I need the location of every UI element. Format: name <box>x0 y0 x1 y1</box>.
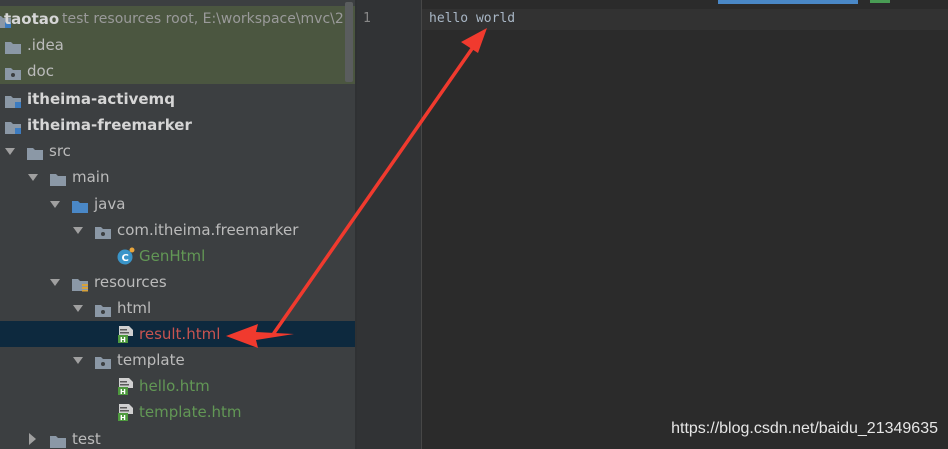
tree-item-java[interactable]: java <box>0 191 355 217</box>
tree-item-package[interactable]: com.itheima.freemarker <box>0 217 355 243</box>
tree-item-label: result.html <box>139 325 221 343</box>
svg-text:H: H <box>120 336 126 343</box>
java-class-icon: C <box>117 247 135 265</box>
resources-folder-icon <box>71 274 89 292</box>
code-editor[interactable]: hello world <box>422 0 948 449</box>
tree-item-label: GenHtml <box>139 247 206 265</box>
tree-item-itheima-freemarker[interactable]: itheima-freemarker <box>0 112 355 138</box>
chevron-down-icon[interactable] <box>48 191 62 217</box>
tree-item-label: main <box>72 168 110 186</box>
root-name: taotao <box>4 10 60 28</box>
package-icon <box>94 222 112 239</box>
tree-item-template-htm[interactable]: H template.htm <box>0 399 355 425</box>
folder-icon <box>26 143 44 160</box>
chevron-down-icon[interactable] <box>26 164 40 190</box>
svg-text:H: H <box>120 388 126 395</box>
tree-item-label: html <box>117 299 152 317</box>
folder-icon <box>4 63 22 80</box>
tree-scrollbar[interactable] <box>345 2 353 82</box>
tree-item-doc[interactable]: doc <box>0 58 355 84</box>
tree-item-idea[interactable]: .idea <box>0 32 355 58</box>
root-description: test resources root, E:\workspace\mvc\2 <box>62 11 344 27</box>
chevron-down-icon[interactable] <box>71 347 85 373</box>
tree-item-label: .idea <box>27 36 64 54</box>
tree-item-hello-htm[interactable]: H hello.htm <box>0 373 355 399</box>
tree-item-genhtml[interactable]: C GenHtml <box>0 243 355 269</box>
tree-item-label: java <box>94 195 126 213</box>
tree-item-label: itheima-activemq <box>27 90 175 108</box>
chevron-down-icon[interactable] <box>71 217 85 243</box>
tree-item-label: itheima-freemarker <box>27 116 192 134</box>
tree-item-src[interactable]: src <box>0 138 355 164</box>
html-file-icon: H <box>117 403 135 422</box>
folder-icon <box>49 169 67 186</box>
editor-gutter: 1 <box>357 0 422 449</box>
chevron-right-icon[interactable] <box>26 426 40 449</box>
tree-item-html-folder[interactable]: html <box>0 295 355 321</box>
source-folder-icon <box>71 196 89 213</box>
tree-item-label: doc <box>27 62 54 80</box>
chevron-down-icon[interactable] <box>48 269 62 295</box>
module-folder-icon <box>4 91 22 108</box>
tree-item-result-html[interactable]: H result.html <box>0 321 355 347</box>
tree-root-taotao[interactable]: taotao test resources root, E:\workspace… <box>0 6 355 32</box>
tree-item-test[interactable]: test <box>0 426 355 449</box>
tree-item-label: src <box>49 142 71 160</box>
editor-tab-indicator-secondary[interactable] <box>870 0 890 3</box>
svg-text:C: C <box>122 253 129 264</box>
module-folder-icon <box>4 117 22 134</box>
tree-item-label: hello.htm <box>139 377 210 395</box>
package-icon <box>94 352 112 369</box>
tree-item-main[interactable]: main <box>0 164 355 190</box>
line-number: 1 <box>363 11 371 26</box>
tree-item-label: test <box>72 430 101 448</box>
html-file-icon: H <box>117 325 135 344</box>
html-file-icon: H <box>117 377 135 396</box>
tree-item-label: template.htm <box>139 403 242 421</box>
tree-item-label: template <box>117 351 185 369</box>
folder-icon <box>4 37 22 54</box>
chevron-down-icon[interactable] <box>71 295 85 321</box>
folder-icon <box>49 431 67 448</box>
tree-item-label: com.itheima.freemarker <box>117 221 299 239</box>
project-tool-window: taotao test resources root, E:\workspace… <box>0 0 355 449</box>
watermark-text: https://blog.csdn.net/baidu_21349635 <box>671 420 938 437</box>
tree-item-label: resources <box>94 273 167 291</box>
svg-text:H: H <box>120 414 126 421</box>
tree-item-resources[interactable]: resources <box>0 269 355 295</box>
chevron-down-icon[interactable] <box>3 138 17 164</box>
code-line[interactable]: hello world <box>429 11 515 26</box>
package-icon <box>94 300 112 317</box>
tree-item-itheima-activemq[interactable]: itheima-activemq <box>0 86 355 112</box>
tree-item-template-folder[interactable]: template <box>0 347 355 373</box>
editor-tab-indicator[interactable] <box>718 0 858 4</box>
